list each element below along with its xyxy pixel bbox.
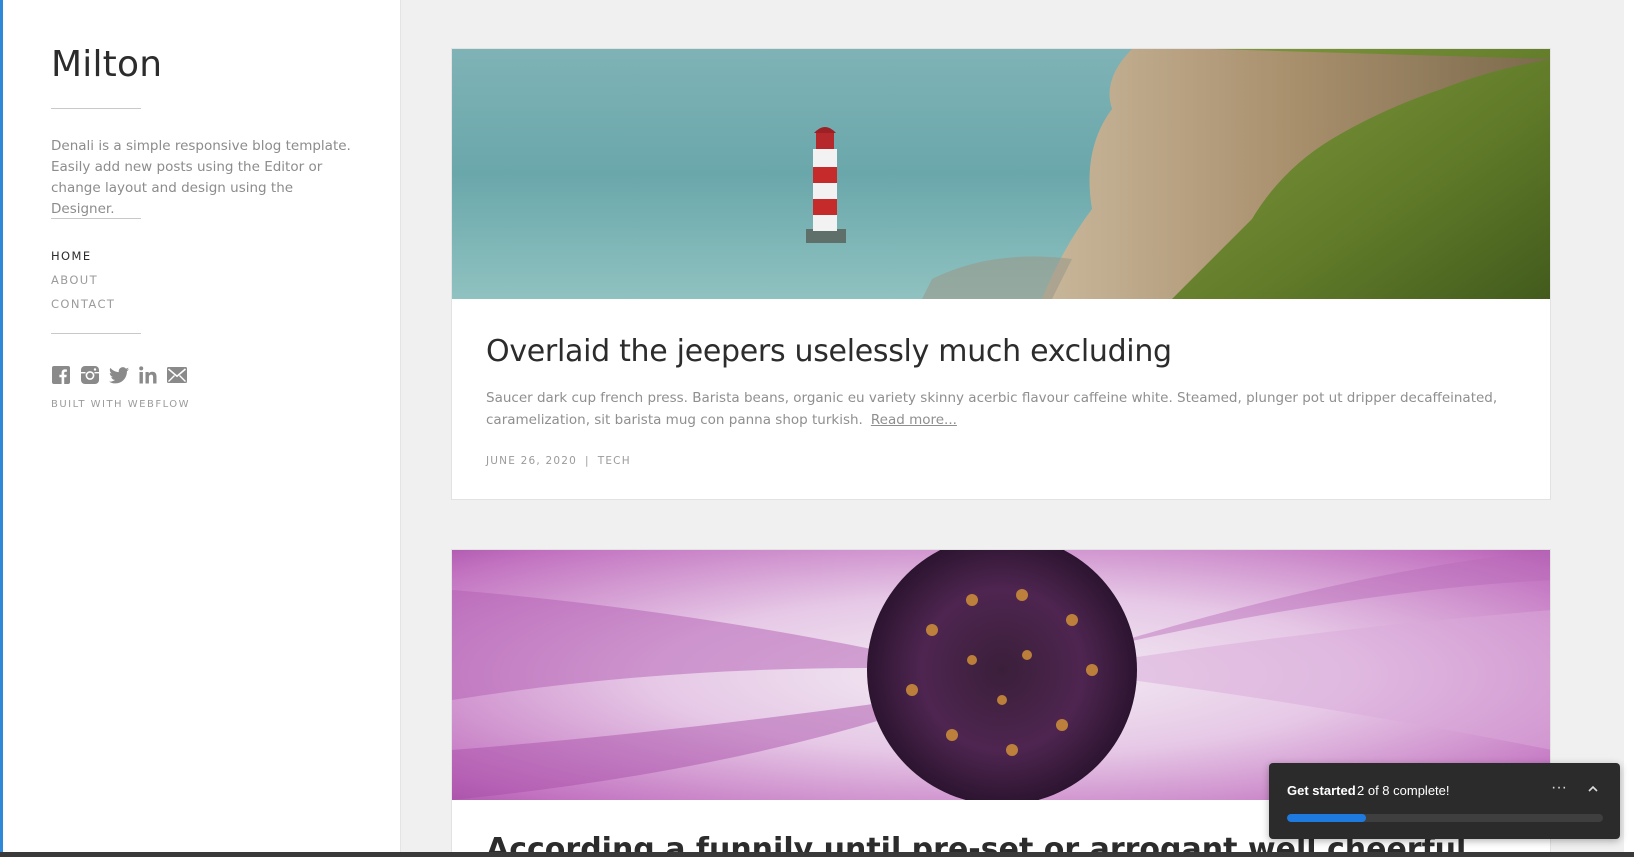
- window-right-edge: [1624, 0, 1634, 852]
- facebook-icon[interactable]: [51, 365, 71, 385]
- divider: [51, 218, 141, 219]
- post-category-link[interactable]: TECH: [598, 455, 631, 467]
- sidebar: Milton Denali is a simple responsive blo…: [3, 0, 401, 852]
- site-title[interactable]: Milton: [51, 44, 162, 85]
- email-icon[interactable]: [167, 365, 187, 385]
- post-date: JUNE 26, 2020: [486, 455, 577, 467]
- widget-title: Get started: [1287, 783, 1356, 798]
- get-started-widget[interactable]: Get started 2 of 8 complete! ···: [1269, 763, 1620, 839]
- linkedin-icon[interactable]: [138, 365, 158, 385]
- read-more-link[interactable]: Read more...: [871, 412, 957, 428]
- chevron-up-icon[interactable]: [1587, 781, 1599, 799]
- post-excerpt: Saucer dark cup french press. Barista be…: [486, 387, 1516, 431]
- social-links: [51, 365, 187, 385]
- widget-progress-text: 2 of 8 complete!: [1357, 783, 1450, 798]
- more-options-button[interactable]: ···: [1551, 779, 1567, 797]
- post-title[interactable]: Overlaid the jeepers uselessly much excl…: [486, 334, 1516, 369]
- nav-item-about[interactable]: ABOUT: [51, 272, 115, 296]
- post-excerpt-text: Saucer dark cup french press. Barista be…: [486, 390, 1498, 428]
- nav-item-home[interactable]: HOME: [51, 248, 115, 272]
- progress-bar-fill: [1287, 814, 1366, 822]
- nav-item-contact[interactable]: CONTACT: [51, 296, 115, 320]
- site-description: Denali is a simple responsive blog templ…: [51, 138, 351, 217]
- twitter-icon[interactable]: [109, 365, 129, 385]
- window-bottom-edge: [0, 852, 1634, 857]
- meta-separator: |: [584, 455, 590, 467]
- post-meta: JUNE 26, 2020 | TECH: [486, 455, 1516, 467]
- post-card: Overlaid the jeepers uselessly much excl…: [451, 48, 1551, 500]
- post-image-lighthouse[interactable]: [452, 49, 1550, 299]
- instagram-icon[interactable]: [80, 365, 100, 385]
- divider: [51, 333, 141, 334]
- divider: [51, 108, 141, 109]
- main-nav: HOME ABOUT CONTACT: [51, 248, 115, 320]
- built-with-webflow-link[interactable]: BUILT WITH WEBFLOW: [51, 399, 190, 410]
- progress-bar: [1287, 814, 1603, 822]
